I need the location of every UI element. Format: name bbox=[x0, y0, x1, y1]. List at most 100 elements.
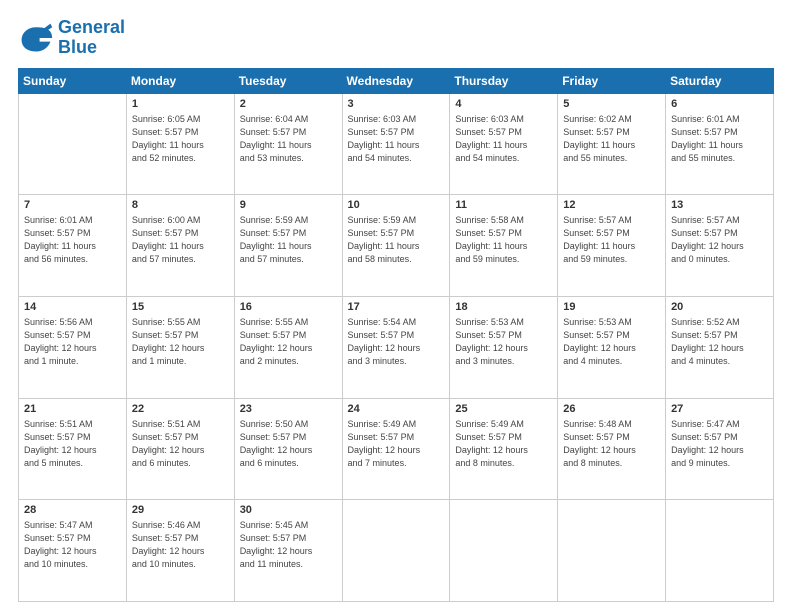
day-number: 15 bbox=[132, 301, 229, 313]
day-number: 22 bbox=[132, 403, 229, 415]
calendar-cell: 16Sunrise: 5:55 AM Sunset: 5:57 PM Dayli… bbox=[234, 296, 342, 398]
day-number: 13 bbox=[671, 199, 768, 211]
day-info: Sunrise: 6:03 AM Sunset: 5:57 PM Dayligh… bbox=[455, 113, 552, 165]
calendar-cell: 14 Sunrise: 5:56 AM Sunset: 5:57 PM Dayli… bbox=[19, 296, 127, 398]
day-number: 2 bbox=[240, 98, 337, 110]
calendar-cell: 27 Sunrise: 5:47 AM Sunset: 5:57 PM Dayli… bbox=[666, 398, 774, 500]
day-info: Sunrise: 6:01 AM Sunset: 5:57 PM Dayligh… bbox=[24, 214, 121, 266]
calendar-header-sunday: Sunday bbox=[19, 68, 127, 93]
calendar-week-3: 14 Sunrise: 5:56 AM Sunset: 5:57 PM Dayli… bbox=[19, 296, 774, 398]
day-info: Sunrise: 5:49 AM Sunset: 5:57 PM Dayligh… bbox=[455, 418, 552, 470]
calendar-cell: 19Sunrise: 5:53 AM Sunset: 5:57 PM Dayli… bbox=[558, 296, 666, 398]
day-info: Sunrise: 5:49 AM Sunset: 5:57 PM Dayligh… bbox=[348, 418, 445, 470]
calendar-cell bbox=[666, 500, 774, 602]
calendar-cell: 3 Sunrise: 6:03 AM Sunset: 5:57 PM Daylig… bbox=[342, 93, 450, 195]
calendar-cell: 8 Sunrise: 6:00 AM Sunset: 5:57 PM Daylig… bbox=[126, 195, 234, 297]
day-info: Sunrise: 5:47 AM Sunset: 5:57 PM Dayligh… bbox=[671, 418, 768, 470]
calendar-cell: 25 Sunrise: 5:49 AM Sunset: 5:57 PM Dayli… bbox=[450, 398, 558, 500]
day-number: 7 bbox=[24, 199, 121, 211]
day-info: Sunrise: 5:53 AM Sunset: 5:57 PM Dayligh… bbox=[455, 316, 552, 368]
day-info: Sunrise: 6:05 AM Sunset: 5:57 PM Dayligh… bbox=[132, 113, 229, 165]
day-info: Sunrise: 6:04 AM Sunset: 5:57 PM Dayligh… bbox=[240, 113, 337, 165]
day-info: Sunrise: 5:53 AM Sunset: 5:57 PM Dayligh… bbox=[563, 316, 660, 368]
day-info: Sunrise: 5:51 AM Sunset: 5:57 PM Dayligh… bbox=[24, 418, 121, 470]
day-info: Sunrise: 5:59 AM Sunset: 5:57 PM Dayligh… bbox=[348, 214, 445, 266]
calendar-cell: 18 Sunrise: 5:53 AM Sunset: 5:57 PM Dayli… bbox=[450, 296, 558, 398]
calendar-cell bbox=[558, 500, 666, 602]
day-info: Sunrise: 6:00 AM Sunset: 5:57 PM Dayligh… bbox=[132, 214, 229, 266]
day-number: 5 bbox=[563, 98, 660, 110]
calendar-cell: 12Sunrise: 5:57 AM Sunset: 5:57 PM Dayli… bbox=[558, 195, 666, 297]
day-number: 14 bbox=[24, 301, 121, 313]
day-number: 30 bbox=[240, 504, 337, 516]
calendar-cell bbox=[342, 500, 450, 602]
calendar-cell: 20Sunrise: 5:52 AM Sunset: 5:57 PM Dayli… bbox=[666, 296, 774, 398]
page: GeneralBlue SundayMondayTuesdayWednesday… bbox=[0, 0, 792, 612]
calendar-cell: 5Sunrise: 6:02 AM Sunset: 5:57 PM Daylig… bbox=[558, 93, 666, 195]
day-number: 8 bbox=[132, 199, 229, 211]
calendar-header-row: SundayMondayTuesdayWednesdayThursdayFrid… bbox=[19, 68, 774, 93]
calendar-week-4: 21 Sunrise: 5:51 AM Sunset: 5:57 PM Dayli… bbox=[19, 398, 774, 500]
calendar-cell: 6 Sunrise: 6:01 AM Sunset: 5:57 PM Daylig… bbox=[666, 93, 774, 195]
day-info: Sunrise: 5:52 AM Sunset: 5:57 PM Dayligh… bbox=[671, 316, 768, 368]
day-number: 26 bbox=[563, 403, 660, 415]
day-number: 28 bbox=[24, 504, 121, 516]
calendar-header-monday: Monday bbox=[126, 68, 234, 93]
day-number: 27 bbox=[671, 403, 768, 415]
day-info: Sunrise: 5:59 AM Sunset: 5:57 PM Dayligh… bbox=[240, 214, 337, 266]
calendar-cell: 10 Sunrise: 5:59 AM Sunset: 5:57 PM Dayli… bbox=[342, 195, 450, 297]
calendar-cell: 23 Sunrise: 5:50 AM Sunset: 5:57 PM Dayli… bbox=[234, 398, 342, 500]
calendar-week-1: 1 Sunrise: 6:05 AM Sunset: 5:57 PM Daylig… bbox=[19, 93, 774, 195]
calendar-cell: 7 Sunrise: 6:01 AM Sunset: 5:57 PM Daylig… bbox=[19, 195, 127, 297]
calendar-cell: 2 Sunrise: 6:04 AM Sunset: 5:57 PM Daylig… bbox=[234, 93, 342, 195]
calendar-week-5: 28 Sunrise: 5:47 AM Sunset: 5:57 PM Dayli… bbox=[19, 500, 774, 602]
calendar-cell: 1 Sunrise: 6:05 AM Sunset: 5:57 PM Daylig… bbox=[126, 93, 234, 195]
day-number: 4 bbox=[455, 98, 552, 110]
day-info: Sunrise: 5:56 AM Sunset: 5:57 PM Dayligh… bbox=[24, 316, 121, 368]
day-info: Sunrise: 5:46 AM Sunset: 5:57 PM Dayligh… bbox=[132, 519, 229, 571]
header: GeneralBlue bbox=[18, 18, 774, 58]
day-info: Sunrise: 5:54 AM Sunset: 5:57 PM Dayligh… bbox=[348, 316, 445, 368]
day-info: Sunrise: 5:50 AM Sunset: 5:57 PM Dayligh… bbox=[240, 418, 337, 470]
calendar-cell: 21 Sunrise: 5:51 AM Sunset: 5:57 PM Dayli… bbox=[19, 398, 127, 500]
calendar-header-thursday: Thursday bbox=[450, 68, 558, 93]
calendar-week-2: 7 Sunrise: 6:01 AM Sunset: 5:57 PM Daylig… bbox=[19, 195, 774, 297]
day-number: 18 bbox=[455, 301, 552, 313]
day-info: Sunrise: 5:55 AM Sunset: 5:57 PM Dayligh… bbox=[240, 316, 337, 368]
calendar-cell: 15 Sunrise: 5:55 AM Sunset: 5:57 PM Dayli… bbox=[126, 296, 234, 398]
calendar-cell: 28 Sunrise: 5:47 AM Sunset: 5:57 PM Dayli… bbox=[19, 500, 127, 602]
day-number: 3 bbox=[348, 98, 445, 110]
calendar-cell: 24 Sunrise: 5:49 AM Sunset: 5:57 PM Dayli… bbox=[342, 398, 450, 500]
calendar-header-saturday: Saturday bbox=[666, 68, 774, 93]
day-info: Sunrise: 6:03 AM Sunset: 5:57 PM Dayligh… bbox=[348, 113, 445, 165]
day-number: 24 bbox=[348, 403, 445, 415]
day-number: 10 bbox=[348, 199, 445, 211]
calendar-cell: 26 Sunrise: 5:48 AM Sunset: 5:57 PM Dayli… bbox=[558, 398, 666, 500]
calendar-header-tuesday: Tuesday bbox=[234, 68, 342, 93]
day-number: 23 bbox=[240, 403, 337, 415]
calendar-header-wednesday: Wednesday bbox=[342, 68, 450, 93]
day-number: 1 bbox=[132, 98, 229, 110]
day-number: 17 bbox=[348, 301, 445, 313]
calendar-cell: 17 Sunrise: 5:54 AM Sunset: 5:57 PM Dayli… bbox=[342, 296, 450, 398]
day-number: 12 bbox=[563, 199, 660, 211]
day-number: 21 bbox=[24, 403, 121, 415]
day-info: Sunrise: 5:47 AM Sunset: 5:57 PM Dayligh… bbox=[24, 519, 121, 571]
calendar-cell: 22 Sunrise: 5:51 AM Sunset: 5:57 PM Dayli… bbox=[126, 398, 234, 500]
calendar-cell: 11Sunrise: 5:58 AM Sunset: 5:57 PM Dayli… bbox=[450, 195, 558, 297]
day-number: 6 bbox=[671, 98, 768, 110]
calendar-header-friday: Friday bbox=[558, 68, 666, 93]
day-info: Sunrise: 5:55 AM Sunset: 5:57 PM Dayligh… bbox=[132, 316, 229, 368]
day-info: Sunrise: 5:57 AM Sunset: 5:57 PM Dayligh… bbox=[671, 214, 768, 266]
day-info: Sunrise: 6:01 AM Sunset: 5:57 PM Dayligh… bbox=[671, 113, 768, 165]
day-number: 29 bbox=[132, 504, 229, 516]
day-info: Sunrise: 5:51 AM Sunset: 5:57 PM Dayligh… bbox=[132, 418, 229, 470]
day-info: Sunrise: 5:48 AM Sunset: 5:57 PM Dayligh… bbox=[563, 418, 660, 470]
day-info: Sunrise: 5:58 AM Sunset: 5:57 PM Dayligh… bbox=[455, 214, 552, 266]
day-number: 25 bbox=[455, 403, 552, 415]
calendar-cell: 13 Sunrise: 5:57 AM Sunset: 5:57 PM Dayli… bbox=[666, 195, 774, 297]
calendar-cell: 9 Sunrise: 5:59 AM Sunset: 5:57 PM Daylig… bbox=[234, 195, 342, 297]
day-number: 9 bbox=[240, 199, 337, 211]
day-info: Sunrise: 5:45 AM Sunset: 5:57 PM Dayligh… bbox=[240, 519, 337, 571]
calendar-cell bbox=[450, 500, 558, 602]
